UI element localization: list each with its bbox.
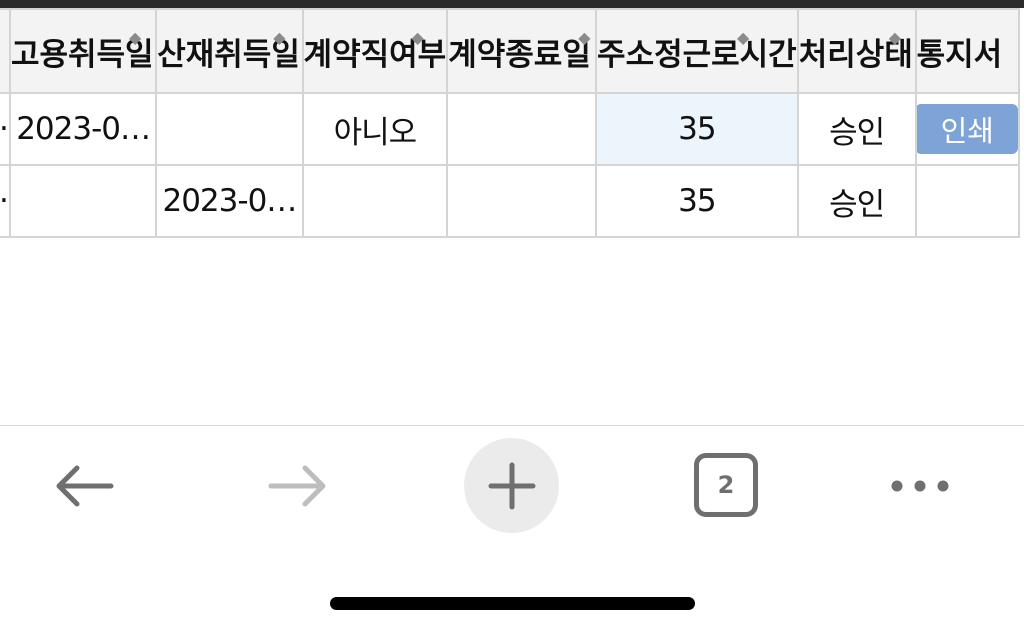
tab-count: 2: [717, 471, 735, 499]
column-header-employment-acq-date[interactable]: 고용취득일 ◆: [8, 8, 158, 94]
sort-icon[interactable]: ◆: [273, 30, 285, 46]
data-grid: 고용취득일 ◆ 산재취득일 ◆ 계약직여부 ◆ 계약종료일 ◆ 주소정근로시간: [0, 8, 1024, 240]
column-header-industrial-acq-date[interactable]: 산재취득일 ◆: [155, 8, 304, 94]
new-tab-button[interactable]: [464, 438, 559, 533]
column-header-lead: [0, 8, 11, 94]
tabs-button[interactable]: 2: [694, 453, 758, 517]
forward-button[interactable]: [258, 456, 338, 516]
arrow-right-icon: [268, 465, 326, 507]
sort-icon[interactable]: ◆: [578, 30, 590, 46]
home-indicator: [330, 597, 695, 610]
sort-icon[interactable]: ◆: [737, 30, 749, 46]
print-button[interactable]: 인쇄: [917, 104, 1017, 154]
column-header-label: 주소정근로시간: [597, 36, 797, 73]
column-header-label: 통지서: [916, 36, 1003, 73]
more-button[interactable]: [880, 461, 960, 511]
cell-lead: ·: [0, 164, 11, 238]
cell-employment-acq-date: 2023-0…: [8, 92, 158, 166]
top-bar: [0, 0, 1024, 8]
column-header-status[interactable]: 처리상태 ◆: [796, 8, 917, 94]
cell-industrial-acq-date: 2023-0…: [155, 164, 304, 238]
cell-weekly-hours[interactable]: 35: [595, 164, 799, 238]
table-row[interactable]: · 2023-0… 아니오 35 승인 인쇄: [0, 92, 1021, 166]
grid-table: 고용취득일 ◆ 산재취득일 ◆ 계약직여부 ◆ 계약종료일 ◆ 주소정근로시간: [0, 8, 1021, 238]
cell-weekly-hours[interactable]: 35: [595, 92, 799, 166]
arrow-left-icon: [56, 465, 114, 507]
sort-icon[interactable]: ◆: [889, 30, 901, 46]
cell-status: 승인: [796, 164, 917, 238]
back-button[interactable]: [44, 456, 124, 516]
cell-contract-end: [446, 164, 598, 238]
cell-status: 승인: [796, 92, 917, 166]
column-header-weekly-hours[interactable]: 주소정근로시간 ◆: [595, 8, 799, 94]
column-header-label: 계약종료일: [448, 36, 591, 73]
cell-contract-worker: [301, 164, 449, 238]
column-header-contract-end[interactable]: 계약종료일 ◆: [446, 8, 598, 94]
table-row[interactable]: · 2023-0… 35 승인: [0, 164, 1021, 238]
cell-industrial-acq-date: [155, 92, 304, 166]
plus-icon: [488, 462, 535, 509]
cell-employment-acq-date: [8, 164, 158, 238]
more-horizontal-icon: [891, 480, 949, 492]
column-header-notice[interactable]: 통지서: [914, 8, 1021, 94]
header-row: 고용취득일 ◆ 산재취득일 ◆ 계약직여부 ◆ 계약종료일 ◆ 주소정근로시간: [0, 8, 1021, 94]
column-header-label: 계약직여부: [303, 36, 447, 73]
cell-notice: 인쇄: [914, 92, 1021, 166]
sort-icon[interactable]: ◆: [412, 30, 424, 46]
cell-contract-worker: 아니오: [301, 92, 449, 166]
column-header-contract-worker[interactable]: 계약직여부 ◆: [301, 8, 449, 94]
sort-icon[interactable]: ◆: [129, 30, 141, 46]
cell-notice: [914, 164, 1021, 238]
cell-contract-end: [446, 92, 598, 166]
cell-lead: ·: [0, 92, 11, 166]
